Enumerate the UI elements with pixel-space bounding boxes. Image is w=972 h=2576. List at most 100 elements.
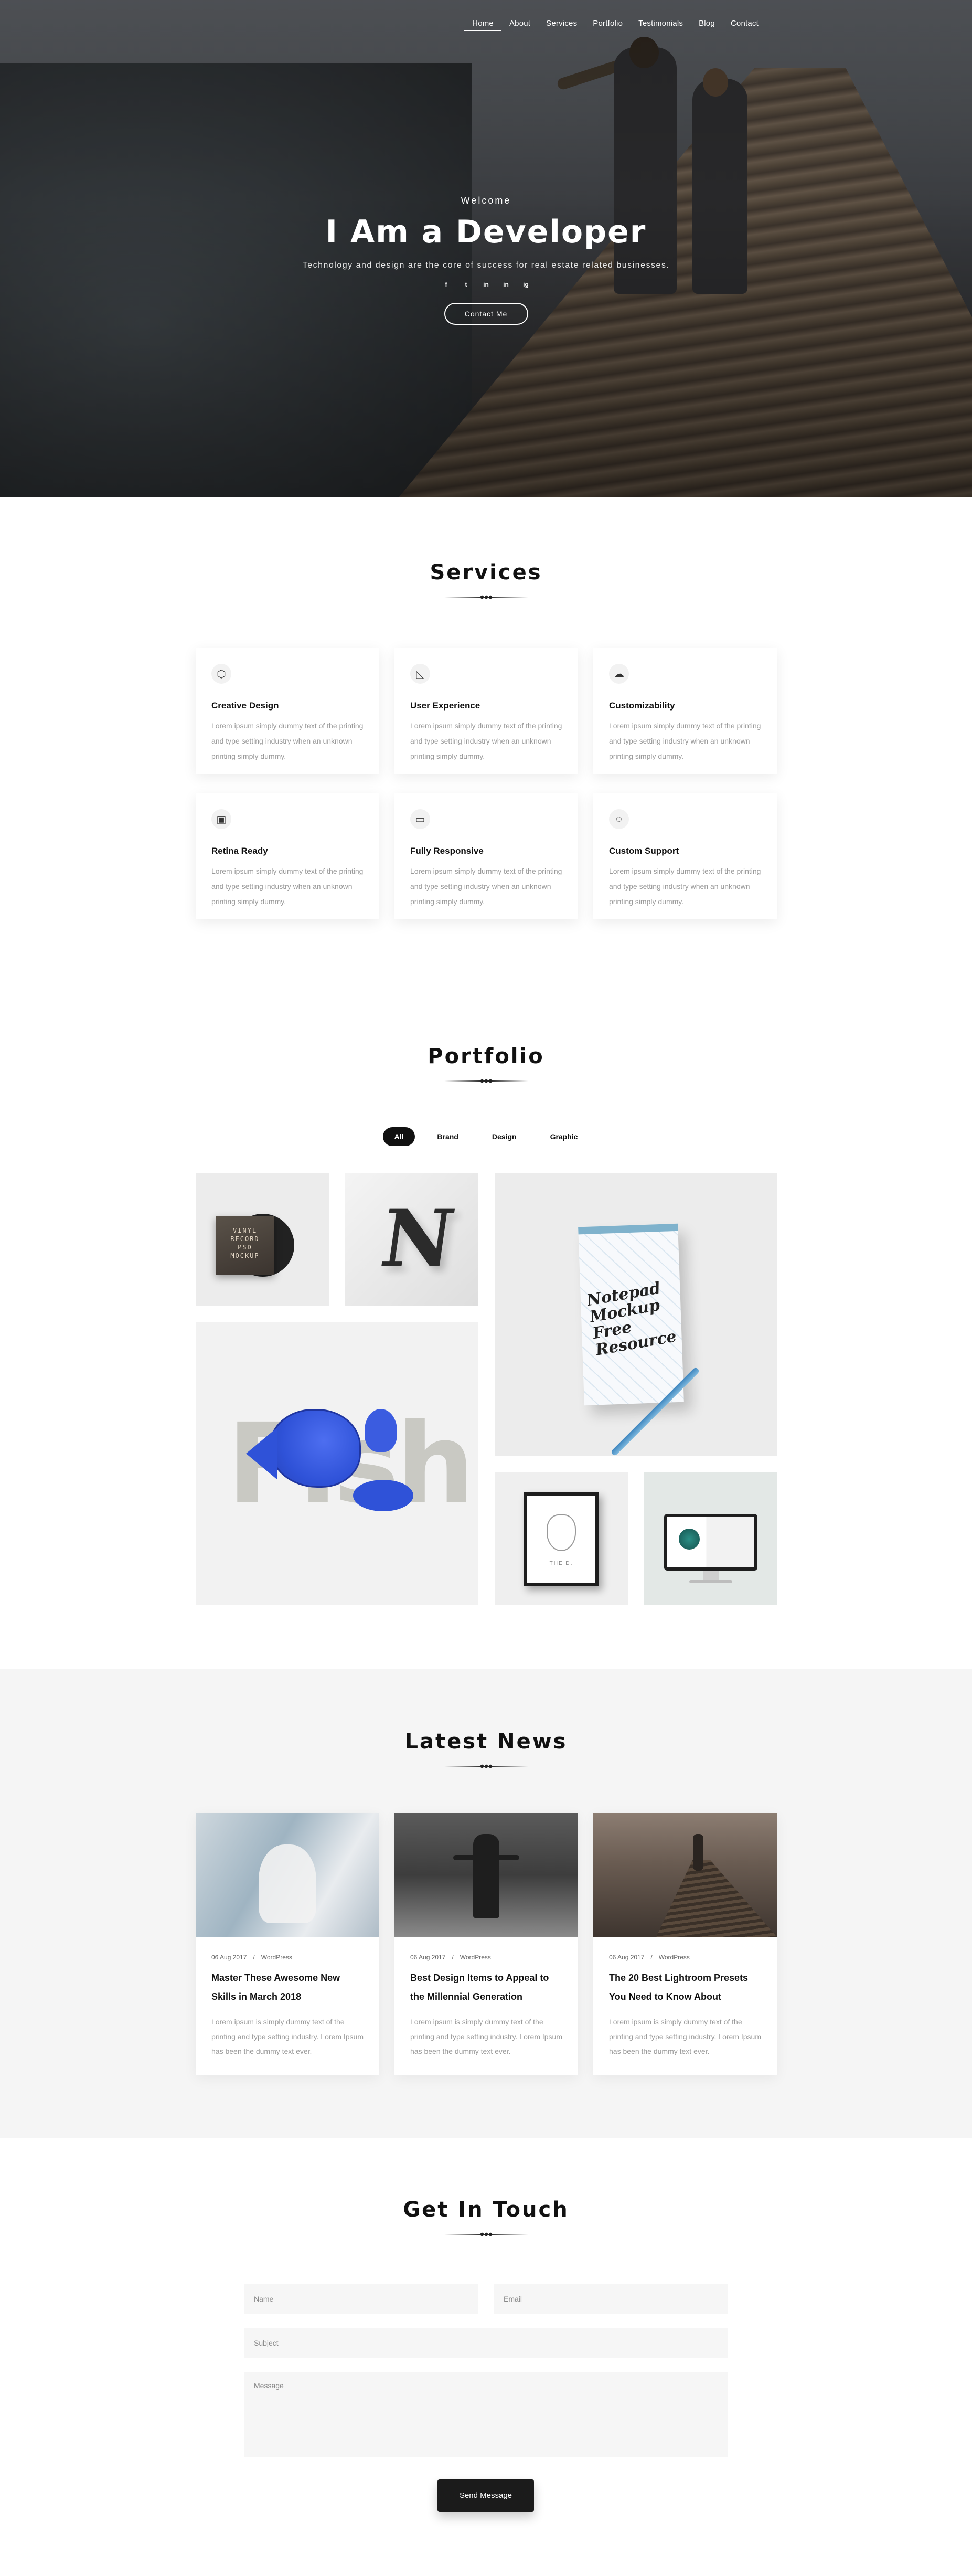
section-divider (444, 2231, 528, 2238)
news-meta: 06 Aug 2017 / WordPress (211, 1954, 292, 1961)
portfolio-item-vinyl[interactable]: VINYL RECORD PSD MOCKUP (196, 1173, 329, 1306)
news-image (593, 1813, 777, 1937)
news-image (394, 1813, 578, 1937)
news-category[interactable]: WordPress (460, 1954, 491, 1961)
service-title: Retina Ready (211, 846, 268, 856)
name-field[interactable]: Name (244, 2284, 478, 2314)
news-category[interactable]: WordPress (261, 1954, 292, 1961)
3d-letter: N (375, 1192, 461, 1285)
behance-icon[interactable]: in (503, 281, 510, 288)
service-title: Custom Support (609, 846, 679, 856)
twitter-icon[interactable]: t (463, 281, 470, 288)
portfolio-title: Portfolio (428, 1044, 544, 1068)
contact-title: Get In Touch (403, 2198, 569, 2222)
notepad: Notepad Mockup Free Resource (578, 1223, 684, 1406)
nav-home[interactable]: Home (464, 16, 501, 31)
service-card: ▣ Retina Ready Lorem ipsum simply dummy … (196, 793, 379, 919)
section-divider (444, 594, 528, 600)
news-card[interactable]: 06 Aug 2017 / WordPress Master These Awe… (196, 1813, 379, 2075)
portfolio-item-notepad[interactable]: Notepad Mockup Free Resource (495, 1173, 777, 1456)
cube-icon: ⬡ (211, 664, 231, 684)
news-headline[interactable]: The 20 Best Lightroom Presets You Need t… (593, 1961, 777, 2006)
vinyl-cover-line: MOCKUP (230, 1252, 260, 1259)
news-excerpt: Lorem ipsum is simply dummy text of the … (609, 2018, 762, 2055)
service-title: User Experience (410, 701, 480, 711)
news-headline[interactable]: Master These Awesome New Skills in March… (196, 1961, 379, 2006)
vinyl-cover-line: VINYL (232, 1227, 258, 1234)
monitor-stand (703, 1571, 719, 1580)
chat-support-icon: ◌ (609, 809, 629, 829)
section-divider (444, 1078, 528, 1084)
filter-brand[interactable]: Brand (425, 1127, 469, 1146)
service-card: ☁ Customizability Lorem ipsum simply dum… (593, 648, 777, 774)
news-card[interactable]: 06 Aug 2017 / WordPress The 20 Best Ligh… (593, 1813, 777, 2075)
nav-testimonials[interactable]: Testimonials (631, 16, 691, 31)
cloud-icon: ☁ (609, 664, 629, 684)
nav-services[interactable]: Services (538, 16, 585, 31)
news-headline[interactable]: Best Design Items to Appeal to the Mille… (394, 1961, 578, 2006)
news-card[interactable]: 06 Aug 2017 / WordPress Best Design Item… (394, 1813, 578, 2075)
hero-tagline: Technology and design are the core of su… (302, 261, 670, 270)
facebook-icon[interactable]: f (443, 281, 450, 288)
service-title: Customizability (609, 701, 675, 711)
news-excerpt: Lorem ipsum is simply dummy text of the … (211, 2018, 364, 2055)
news-excerpt: Lorem ipsum is simply dummy text of the … (410, 2018, 563, 2055)
news-date: 06 Aug 2017 (211, 1954, 247, 1961)
service-title: Creative Design (211, 701, 279, 711)
news-meta: 06 Aug 2017 / WordPress (609, 1954, 690, 1961)
service-text: Lorem ipsum simply dummy text of the pri… (410, 867, 562, 906)
subject-field[interactable]: Subject (244, 2328, 728, 2358)
portfolio-item-deer-poster[interactable]: THE D. (495, 1472, 628, 1605)
poster-frame: THE D. (524, 1492, 599, 1586)
image-icon: ▣ (211, 809, 231, 829)
portfolio-item-fish[interactable]: Fish (196, 1322, 478, 1605)
services-heading: Services (0, 560, 972, 600)
service-card: ◺ User Experience Lorem ipsum simply dum… (394, 648, 578, 774)
shell (365, 1409, 397, 1452)
news-heading: Latest News (0, 1730, 972, 1769)
hero-welcome: Welcome (461, 195, 511, 206)
portfolio-item-3d-letter[interactable]: N (345, 1173, 478, 1306)
news-date: 06 Aug 2017 (410, 1954, 446, 1961)
ruler-triangle-icon: ◺ (410, 664, 430, 684)
service-card: ⬡ Creative Design Lorem ipsum simply dum… (196, 648, 379, 774)
filter-graphic[interactable]: Graphic (539, 1127, 590, 1146)
message-field[interactable]: Message (244, 2372, 728, 2457)
section-divider (444, 1763, 528, 1769)
contact-heading: Get In Touch (0, 2198, 972, 2238)
portfolio-heading: Portfolio (0, 1044, 972, 1084)
service-card: ▭ Fully Responsive Lorem ipsum simply du… (394, 793, 578, 919)
service-card: ◌ Custom Support Lorem ipsum simply dumm… (593, 793, 777, 919)
service-text: Lorem ipsum simply dummy text of the pri… (609, 867, 761, 906)
hero-content: Welcome I Am a Developer Technology and … (0, 195, 972, 325)
monitor-base (689, 1580, 732, 1583)
service-text: Lorem ipsum simply dummy text of the pri… (211, 867, 364, 906)
news-image (196, 1813, 379, 1937)
filter-design[interactable]: Design (480, 1127, 528, 1146)
filter-all[interactable]: All (382, 1127, 415, 1146)
send-message-button[interactable]: Send Message (437, 2479, 534, 2512)
email-field[interactable]: Email (494, 2284, 728, 2314)
vinyl-cover-line: PSD (238, 1244, 252, 1251)
instagram-icon[interactable]: ig (522, 281, 530, 288)
linkedin-icon[interactable]: in (483, 281, 490, 288)
services-title: Services (430, 560, 542, 585)
vinyl-cover-line: RECORD (230, 1235, 260, 1243)
hero-section: Home About Services Portfolio Testimonia… (0, 0, 972, 497)
portfolio-filters: All Brand Design Graphic (0, 1127, 972, 1146)
portfolio-item-desktop[interactable] (644, 1472, 777, 1605)
service-text: Lorem ipsum simply dummy text of the pri… (609, 722, 761, 760)
deer-icon (547, 1514, 576, 1551)
nav-blog[interactable]: Blog (691, 16, 723, 31)
news-title: Latest News (404, 1730, 568, 1754)
crab (353, 1480, 413, 1511)
tablet-icon: ▭ (410, 809, 430, 829)
nav-about[interactable]: About (501, 16, 538, 31)
fish-tail (246, 1427, 277, 1480)
contact-me-button[interactable]: Contact Me (444, 303, 528, 325)
news-date: 06 Aug 2017 (609, 1954, 645, 1961)
monitor (664, 1514, 757, 1571)
nav-portfolio[interactable]: Portfolio (585, 16, 631, 31)
news-category[interactable]: WordPress (659, 1954, 690, 1961)
nav-contact[interactable]: Contact (723, 16, 766, 31)
